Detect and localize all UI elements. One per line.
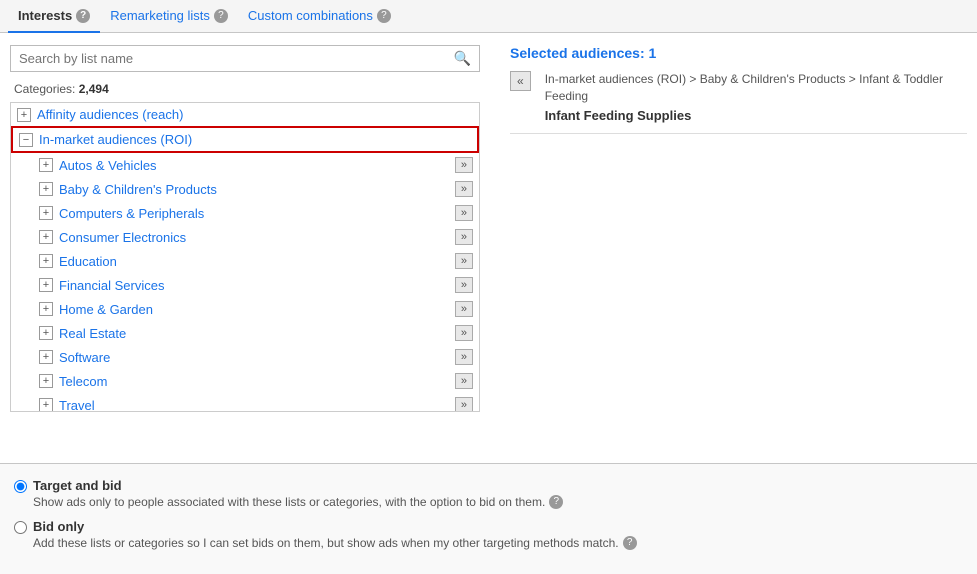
arrow-btn-consumer[interactable]: » — [455, 229, 473, 245]
tab-custom-label: Custom combinations — [248, 8, 373, 23]
tab-interests-label: Interests — [18, 8, 72, 23]
item-label-affinity: Affinity audiences (reach) — [37, 107, 473, 122]
expand-icon-telecom[interactable]: + — [39, 374, 53, 388]
expand-icon-consumer[interactable]: + — [39, 230, 53, 244]
category-item-baby[interactable]: + Baby & Children's Products» — [11, 177, 479, 201]
radio-bid-desc: Add these lists or categories so I can s… — [33, 536, 963, 550]
arrow-btn-telecom[interactable]: » — [455, 373, 473, 389]
main-content: 🔍 Categories: 2,494 + Affinity audiences … — [0, 33, 977, 463]
radio-target-desc-text: Show ads only to people associated with … — [33, 495, 545, 509]
categories-header: Categories: 2,494 — [10, 80, 480, 98]
arrow-btn-software[interactable]: » — [455, 349, 473, 365]
bid-only-help-icon[interactable]: ? — [623, 536, 637, 550]
radio-bid-desc-text: Add these lists or categories so I can s… — [33, 536, 619, 550]
tab-custom-help[interactable]: ? — [377, 9, 391, 23]
item-label-realestate: Real Estate — [59, 326, 455, 341]
item-label-financial: Financial Services — [59, 278, 455, 293]
expand-icon-computers[interactable]: + — [39, 206, 53, 220]
arrow-btn-baby[interactable]: » — [455, 181, 473, 197]
category-item-financial[interactable]: + Financial Services» — [11, 273, 479, 297]
category-item-autos[interactable]: + Autos & Vehicles» — [11, 153, 479, 177]
expand-icon-realestate[interactable]: + — [39, 326, 53, 340]
radio-bid-content: Bid only Add these lists or categories s… — [33, 519, 963, 550]
arrow-btn-travel[interactable]: » — [455, 397, 473, 412]
search-box[interactable]: 🔍 — [10, 45, 480, 72]
left-panel: 🔍 Categories: 2,494 + Affinity audiences … — [10, 45, 480, 451]
audience-entry: « In-market audiences (ROI) > Baby & Chi… — [510, 71, 967, 134]
audience-back-button[interactable]: « — [510, 71, 531, 91]
arrow-btn-realestate[interactable]: » — [455, 325, 473, 341]
tab-custom[interactable]: Custom combinations ? — [238, 0, 401, 33]
category-item-education[interactable]: + Education» — [11, 249, 479, 273]
expand-icon-home[interactable]: + — [39, 302, 53, 316]
expand-icon-travel[interactable]: + — [39, 398, 53, 412]
expand-icon-baby[interactable]: + — [39, 182, 53, 196]
radio-target-content: Target and bid Show ads only to people a… — [33, 478, 963, 509]
item-label-home: Home & Garden — [59, 302, 455, 317]
expand-icon-software[interactable]: + — [39, 350, 53, 364]
search-input[interactable] — [19, 51, 454, 66]
arrow-btn-education[interactable]: » — [455, 253, 473, 269]
category-item-software[interactable]: + Software» — [11, 345, 479, 369]
arrow-btn-financial[interactable]: » — [455, 277, 473, 293]
category-list[interactable]: +Affinity audiences (reach)−In-market au… — [10, 102, 480, 412]
category-item-travel[interactable]: + Travel» — [11, 393, 479, 412]
tab-interests[interactable]: Interests ? — [8, 0, 100, 33]
audience-item: Infant Feeding Supplies — [545, 107, 967, 125]
tab-remarketing-label: Remarketing lists — [110, 8, 210, 23]
category-item-in-market[interactable]: −In-market audiences (ROI) — [11, 126, 479, 153]
selected-count: 1 — [649, 45, 657, 61]
item-label-baby: Baby & Children's Products — [59, 182, 455, 197]
category-item-computers[interactable]: + Computers & Peripherals» — [11, 201, 479, 225]
tabs-bar: Interests ? Remarketing lists ? Custom c… — [0, 0, 977, 33]
category-item-consumer[interactable]: + Consumer Electronics» — [11, 225, 479, 249]
categories-count: 2,494 — [79, 82, 109, 96]
expand-icon-autos[interactable]: + — [39, 158, 53, 172]
radio-bid-only[interactable] — [14, 521, 27, 534]
categories-label: Categories: — [14, 82, 75, 96]
target-bid-help-icon[interactable]: ? — [549, 495, 563, 509]
item-label-consumer: Consumer Electronics — [59, 230, 455, 245]
item-label-in-market: In-market audiences (ROI) — [39, 132, 471, 147]
radio-option-target: Target and bid Show ads only to people a… — [14, 478, 963, 509]
radio-target-bid[interactable] — [14, 480, 27, 493]
item-label-software: Software — [59, 350, 455, 365]
item-label-travel: Travel — [59, 398, 455, 413]
audience-text: In-market audiences (ROI) > Baby & Child… — [545, 71, 967, 125]
category-item-realestate[interactable]: + Real Estate» — [11, 321, 479, 345]
selected-label: Selected audiences: — [510, 45, 645, 61]
expand-icon-education[interactable]: + — [39, 254, 53, 268]
category-item-affinity[interactable]: + Affinity audiences (reach) — [11, 103, 479, 126]
tab-remarketing[interactable]: Remarketing lists ? — [100, 0, 238, 33]
radio-target-label[interactable]: Target and bid — [33, 478, 122, 493]
item-label-computers: Computers & Peripherals — [59, 206, 455, 221]
category-item-home[interactable]: + Home & Garden» — [11, 297, 479, 321]
item-label-autos: Autos & Vehicles — [59, 158, 455, 173]
expand-icon-financial[interactable]: + — [39, 278, 53, 292]
radio-bid-label[interactable]: Bid only — [33, 519, 84, 534]
expand-icon-in-market[interactable]: − — [19, 133, 33, 147]
tab-remarketing-help[interactable]: ? — [214, 9, 228, 23]
radio-target-desc: Show ads only to people associated with … — [33, 495, 963, 509]
radio-option-bid: Bid only Add these lists or categories s… — [14, 519, 963, 550]
arrow-btn-autos[interactable]: » — [455, 157, 473, 173]
arrow-btn-computers[interactable]: » — [455, 205, 473, 221]
category-item-telecom[interactable]: + Telecom» — [11, 369, 479, 393]
item-label-telecom: Telecom — [59, 374, 455, 389]
expand-icon-affinity[interactable]: + — [17, 108, 31, 122]
selected-audiences-title: Selected audiences: 1 — [510, 45, 967, 61]
audience-breadcrumb: In-market audiences (ROI) > Baby & Child… — [545, 72, 943, 103]
tab-interests-help[interactable]: ? — [76, 9, 90, 23]
search-icon: 🔍 — [454, 50, 471, 67]
item-label-education: Education — [59, 254, 455, 269]
bottom-section: Target and bid Show ads only to people a… — [0, 463, 977, 574]
right-panel: Selected audiences: 1 « In-market audien… — [500, 45, 967, 451]
arrow-btn-home[interactable]: » — [455, 301, 473, 317]
